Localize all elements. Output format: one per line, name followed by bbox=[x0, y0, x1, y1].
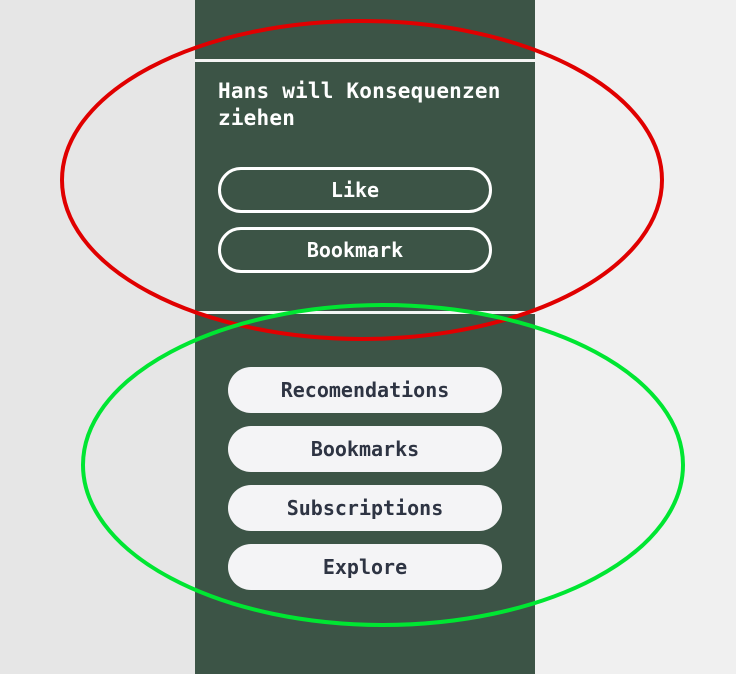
nav-recomendations-button[interactable]: Recomendations bbox=[228, 367, 502, 413]
top-divider bbox=[195, 59, 535, 62]
right-background bbox=[535, 0, 736, 674]
like-button[interactable]: Like bbox=[218, 167, 492, 213]
nav-subscriptions-button[interactable]: Subscriptions bbox=[228, 485, 502, 531]
nav-explore-button[interactable]: Explore bbox=[228, 544, 502, 590]
section-divider bbox=[195, 311, 535, 314]
left-background bbox=[0, 0, 195, 674]
post-title: Hans will Konsequenzen ziehen bbox=[218, 79, 501, 130]
bookmark-button[interactable]: Bookmark bbox=[218, 227, 492, 273]
nav-bookmarks-button[interactable]: Bookmarks bbox=[228, 426, 502, 472]
